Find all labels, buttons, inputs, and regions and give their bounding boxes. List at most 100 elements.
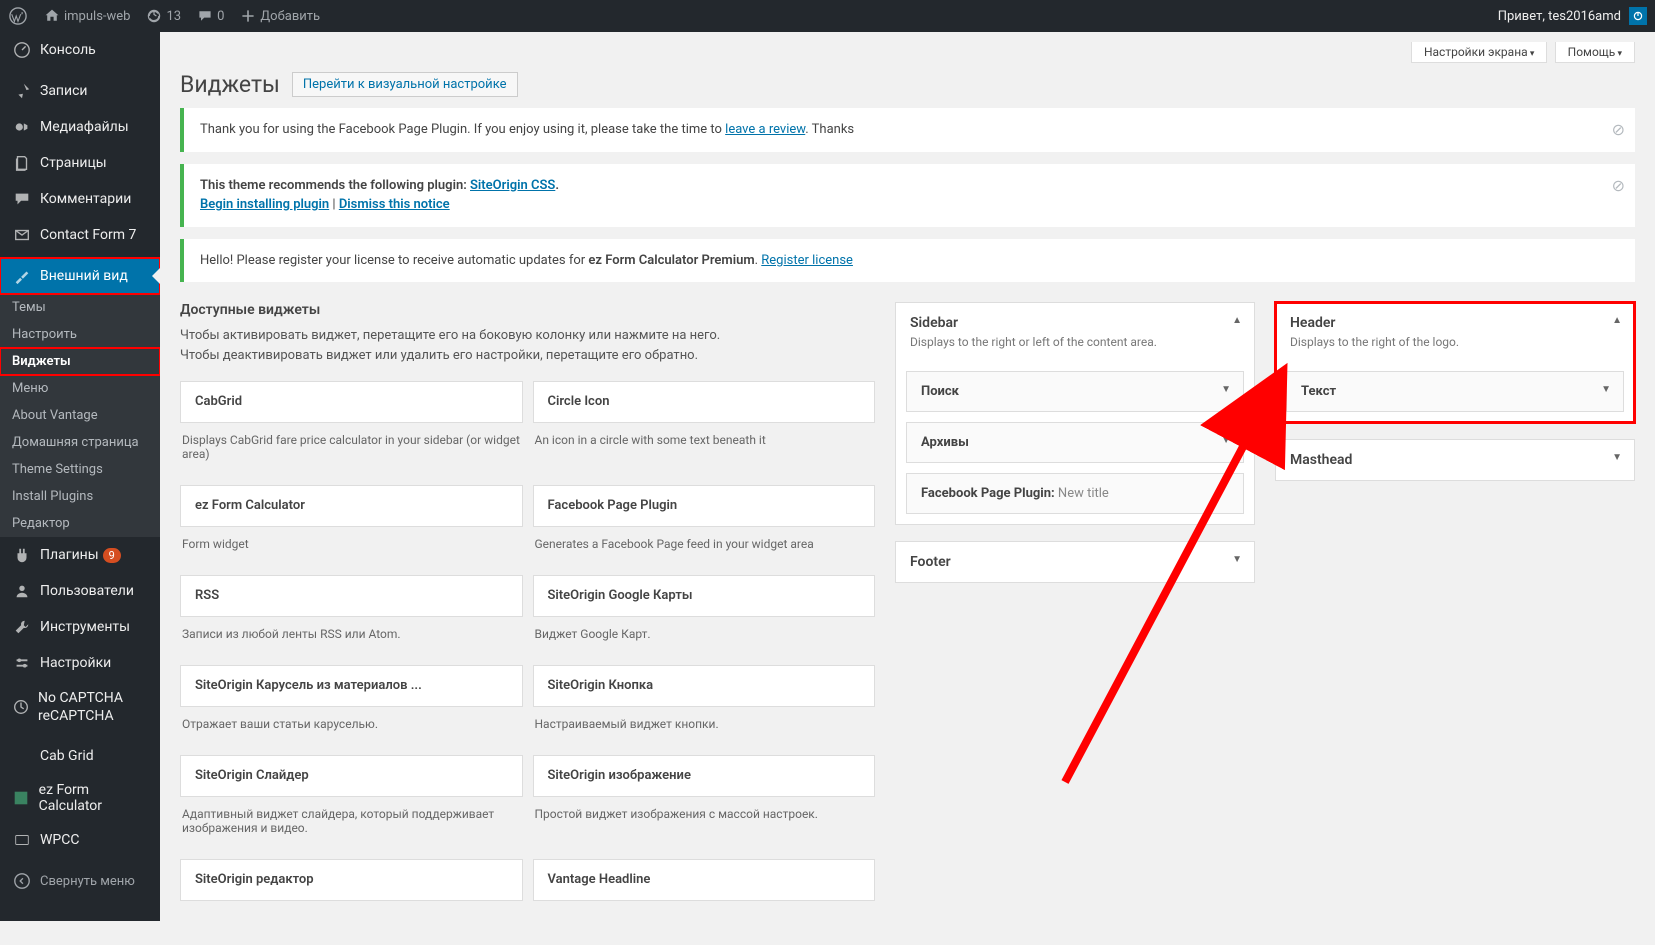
wp-logo[interactable] (0, 0, 36, 32)
help-tab[interactable]: Помощь (1555, 42, 1635, 63)
dashboard-icon (12, 40, 32, 60)
add-new-label: Добавить (260, 9, 320, 24)
plus-icon (240, 8, 256, 24)
dismiss-icon[interactable]: ⊘ (1612, 174, 1625, 198)
submenu-themes[interactable]: Темы (0, 294, 160, 321)
available-widget[interactable]: SiteOrigin Google Карты Виджет Google Ка… (533, 575, 876, 645)
menu-label: Плагины (40, 547, 99, 563)
comments-link[interactable]: 0 (189, 0, 232, 32)
mail-icon (12, 225, 32, 245)
menu-settings[interactable]: Настройки (0, 645, 160, 681)
chevron-up-icon[interactable]: ▲ (1232, 315, 1242, 326)
area-title: Masthead (1290, 452, 1620, 468)
menu-label: Cab Grid (40, 748, 94, 764)
available-widget[interactable]: SiteOrigin изображение Простой виджет из… (533, 755, 876, 839)
widget-desc: Displays CabGrid fare price calculator i… (180, 423, 523, 465)
menu-posts[interactable]: Записи (0, 73, 160, 109)
screen-options-tab[interactable]: Настройки экрана (1411, 42, 1547, 63)
chevron-up-icon[interactable]: ▲ (1612, 315, 1622, 326)
menu-appearance[interactable]: Внешний вид (0, 258, 160, 294)
widget-item-fb-plugin[interactable]: Facebook Page Plugin: New title (906, 473, 1244, 514)
widget-title: SiteOrigin изображение (534, 756, 875, 796)
available-widget[interactable]: Circle Icon An icon in a circle with som… (533, 381, 876, 465)
customize-button[interactable]: Перейти к визуальной настройке (292, 72, 518, 97)
menu-cabgrid[interactable]: Cab Grid (0, 738, 160, 774)
masthead-header[interactable]: Masthead ▼ (1276, 440, 1634, 480)
submenu-theme-settings[interactable]: Theme Settings (0, 456, 160, 483)
submenu-editor[interactable]: Редактор (0, 510, 160, 537)
submenu-about-vantage[interactable]: About Vantage (0, 402, 160, 429)
wpcc-icon (12, 830, 32, 850)
menu-users[interactable]: Пользователи (0, 573, 160, 609)
menu-dashboard[interactable]: Консоль (0, 32, 160, 68)
menu-comments[interactable]: Комментарии (0, 181, 160, 217)
users-icon (12, 581, 32, 601)
submenu-customize[interactable]: Настроить (0, 321, 160, 348)
menu-tools[interactable]: Инструменты (0, 609, 160, 645)
leave-review-link[interactable]: leave a review (725, 122, 805, 137)
power-icon[interactable] (1629, 7, 1647, 25)
submenu-widgets[interactable]: Виджеты (0, 348, 160, 375)
updates-count: 13 (166, 9, 181, 24)
widget-desc: Form widget (180, 527, 523, 555)
dismiss-icon[interactable]: ⊘ (1612, 118, 1625, 142)
widget-title: RSS (181, 576, 522, 616)
submenu-install-plugins[interactable]: Install Plugins (0, 483, 160, 510)
widget-title: Circle Icon (534, 382, 875, 422)
chevron-down-icon[interactable]: ▼ (1232, 554, 1242, 565)
menu-recaptcha[interactable]: No CAPTCHA reCAPTCHA (0, 681, 160, 733)
widget-item-archives[interactable]: Архивы ▼ (906, 422, 1244, 463)
available-widget[interactable]: CabGrid Displays CabGrid fare price calc… (180, 381, 523, 465)
sidebar-header[interactable]: Sidebar Displays to the right or left of… (896, 303, 1254, 361)
widget-desc (533, 901, 876, 915)
available-widget[interactable]: Vantage Headline (533, 859, 876, 915)
notice-text: . Thanks (805, 122, 854, 137)
menu-ezform[interactable]: ez Form Calculator (0, 774, 160, 822)
available-widget[interactable]: SiteOrigin Карусель из материалов ... От… (180, 665, 523, 735)
available-widget[interactable]: SiteOrigin редактор (180, 859, 523, 915)
submenu-homepage[interactable]: Домашняя страница (0, 429, 160, 456)
menu-plugins[interactable]: Плагины 9 (0, 537, 160, 573)
available-widget[interactable]: SiteOrigin Слайдер Адаптивный виджет сла… (180, 755, 523, 839)
available-widget[interactable]: SiteOrigin Кнопка Настраиваемый виджет к… (533, 665, 876, 735)
collapse-label: Свернуть меню (40, 874, 135, 889)
footer-area: Footer ▼ (895, 541, 1255, 583)
widget-item-search[interactable]: Поиск ▼ (906, 371, 1244, 412)
site-link[interactable]: impuls-web (36, 0, 138, 32)
menu-wpcc[interactable]: WPCC (0, 822, 160, 858)
chevron-down-icon[interactable]: ▼ (1612, 452, 1622, 463)
menu-label: Инструменты (40, 619, 130, 635)
available-widget[interactable]: ez Form Calculator Form widget (180, 485, 523, 555)
collapse-menu[interactable]: Свернуть меню (0, 863, 160, 899)
widget-title: Facebook Page Plugin (534, 486, 875, 526)
submenu-menus[interactable]: Меню (0, 375, 160, 402)
add-new-link[interactable]: Добавить (232, 0, 328, 32)
menu-label: Комментарии (40, 191, 131, 207)
greeting-label[interactable]: Привет, tes2016amd (1498, 9, 1621, 24)
siteorigin-css-link[interactable]: SiteOrigin CSS (470, 178, 555, 193)
dismiss-notice-link[interactable]: Dismiss this notice (339, 197, 450, 212)
menu-label: Пользователи (40, 583, 134, 599)
menu-media[interactable]: Медиафайлы (0, 109, 160, 145)
admin-bar: impuls-web 13 0 Добавить Привет, tes2016… (0, 0, 1655, 32)
menu-cf7[interactable]: Contact Form 7 (0, 217, 160, 253)
area-desc: Displays to the right of the logo. (1290, 335, 1620, 349)
available-widget[interactable]: Facebook Page Plugin Generates a Faceboo… (533, 485, 876, 555)
notice-plugin-recommend: This theme recommends the following plug… (180, 164, 1635, 227)
chevron-down-icon[interactable]: ▼ (1221, 384, 1231, 395)
menu-label: ez Form Calculator (39, 782, 148, 814)
register-license-link[interactable]: Register license (761, 253, 853, 268)
footer-header[interactable]: Footer ▼ (896, 542, 1254, 582)
chevron-down-icon[interactable]: ▼ (1221, 435, 1231, 446)
sidebar-area: Sidebar Displays to the right or left of… (895, 302, 1255, 525)
menu-pages[interactable]: Страницы (0, 145, 160, 181)
chevron-down-icon[interactable]: ▼ (1601, 384, 1611, 395)
notice-text: Thank you for using the Facebook Page Pl… (200, 122, 725, 137)
menu-label: Консоль (40, 42, 96, 58)
tools-icon (12, 617, 32, 637)
begin-install-link[interactable]: Begin installing plugin (200, 197, 329, 212)
header-area-header[interactable]: Header Displays to the right of the logo… (1276, 303, 1634, 361)
widget-item-text[interactable]: Текст ▼ (1286, 371, 1624, 412)
updates-link[interactable]: 13 (138, 0, 189, 32)
available-widget[interactable]: RSS Записи из любой ленты RSS или Atom. (180, 575, 523, 645)
